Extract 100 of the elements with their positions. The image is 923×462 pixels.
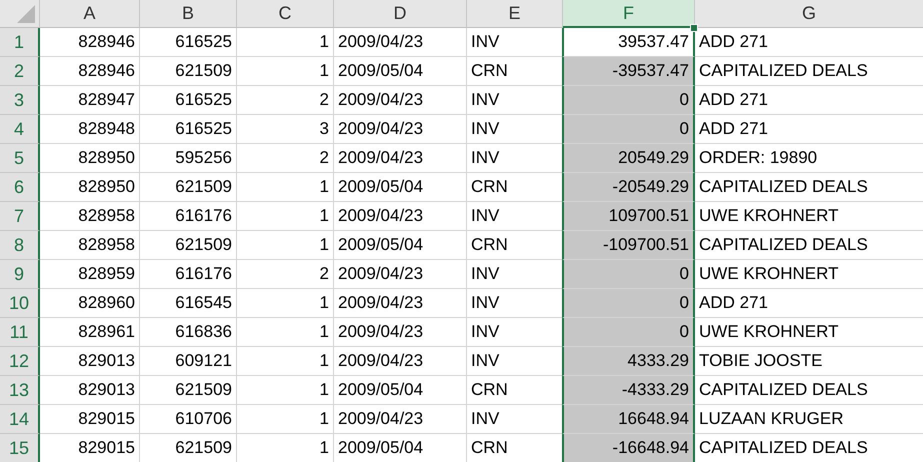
table-cell: 616176 [140, 202, 237, 231]
table-cell: 828946 [40, 57, 140, 86]
table-cell: CAPITALIZED DEALS [695, 57, 923, 86]
table-cell: 109700.51 [562, 202, 695, 231]
table-cell: 2 [237, 260, 334, 289]
table-cell: 621509 [140, 57, 237, 86]
table-cell: -20549.29 [562, 173, 695, 202]
table-cell: 2009/04/23 [334, 260, 467, 289]
row-header[interactable]: 5 [0, 144, 40, 173]
table-cell: 621509 [140, 376, 237, 405]
row-header[interactable]: 8 [0, 231, 40, 260]
column-header[interactable]: F [563, 0, 695, 28]
table-cell: 2009/04/23 [334, 86, 467, 115]
row-header[interactable]: 1 [0, 28, 40, 57]
table-cell: 828946 [40, 28, 140, 57]
table-cell: 621509 [140, 231, 237, 260]
table-cell: INV [467, 28, 563, 57]
table-cell: 621509 [140, 173, 237, 202]
row-header[interactable]: 11 [0, 318, 40, 347]
table-cell: 616545 [140, 289, 237, 318]
table-cell: ADD 271 [695, 86, 923, 115]
table-cell: 828948 [40, 115, 140, 144]
fill-handle[interactable] [690, 24, 698, 32]
row-header[interactable]: 14 [0, 405, 40, 434]
table-cell: ADD 271 [695, 115, 923, 144]
row-header[interactable]: 9 [0, 260, 40, 289]
table-cell: 2009/04/23 [334, 318, 467, 347]
table-cell: ADD 271 [695, 289, 923, 318]
table-cell: TOBIE JOOSTE [695, 347, 923, 376]
table-cell: 616836 [140, 318, 237, 347]
table-cell: 16648.94 [562, 405, 695, 434]
table-cell: 1 [237, 57, 334, 86]
table-cell: 1 [237, 289, 334, 318]
table-cell: 2009/05/04 [334, 434, 467, 462]
table-cell: 3 [237, 115, 334, 144]
table-cell: CAPITALIZED DEALS [695, 434, 923, 462]
table-cell: 0 [562, 318, 695, 347]
table-cell: 616525 [140, 28, 237, 57]
row-header[interactable]: 2 [0, 57, 40, 86]
table-cell: 2009/04/23 [334, 28, 467, 57]
table-cell: 4333.29 [562, 347, 695, 376]
table-cell: 828959 [40, 260, 140, 289]
table-cell: CAPITALIZED DEALS [695, 376, 923, 405]
column-header[interactable]: G [695, 0, 923, 28]
row-header[interactable]: 10 [0, 289, 40, 318]
table-cell: 2009/04/23 [334, 144, 467, 173]
table-cell: 2009/04/23 [334, 202, 467, 231]
row-header[interactable]: 15 [0, 434, 40, 462]
table-cell: 1 [237, 28, 334, 57]
table-cell: 2 [237, 86, 334, 115]
table-cell: 828958 [40, 231, 140, 260]
table-cell: 2009/04/23 [334, 289, 467, 318]
row-header[interactable]: 3 [0, 86, 40, 115]
table-cell: UWE KROHNERT [695, 318, 923, 347]
table-cell: 616176 [140, 260, 237, 289]
table-cell: UWE KROHNERT [695, 202, 923, 231]
table-cell: 0 [562, 260, 695, 289]
table-cell: 595256 [140, 144, 237, 173]
table-cell: 2009/05/04 [334, 231, 467, 260]
table-cell: 2009/05/04 [334, 173, 467, 202]
table-cell: 0 [562, 289, 695, 318]
table-cell: CAPITALIZED DEALS [695, 173, 923, 202]
table-cell: 0 [562, 115, 695, 144]
table-cell: 2 [237, 144, 334, 173]
table-cell: UWE KROHNERT [695, 260, 923, 289]
table-cell: 609121 [140, 347, 237, 376]
table-cell: 2009/05/04 [334, 57, 467, 86]
row-header[interactable]: 6 [0, 173, 40, 202]
column-header[interactable]: D [334, 0, 467, 28]
column-header[interactable]: C [237, 0, 334, 28]
column-header[interactable]: B [140, 0, 237, 28]
table-cell: 829015 [40, 405, 140, 434]
table-cell: 610706 [140, 405, 237, 434]
column-header[interactable]: A [40, 0, 140, 28]
table-cell: 1 [237, 318, 334, 347]
table-cell: 2009/04/23 [334, 347, 467, 376]
table-cell: 1 [237, 405, 334, 434]
table-cell: 828958 [40, 202, 140, 231]
table-cell: 2009/04/23 [334, 405, 467, 434]
table-cell: 1 [237, 173, 334, 202]
table-cell: 829013 [40, 376, 140, 405]
table-cell: 1 [237, 434, 334, 462]
table-cell: -109700.51 [562, 231, 695, 260]
table-cell: -39537.47 [562, 57, 695, 86]
row-header[interactable]: 4 [0, 115, 40, 144]
table-cell: 828947 [40, 86, 140, 115]
table-cell: -4333.29 [562, 376, 695, 405]
table-cell: 616525 [140, 86, 237, 115]
row-header[interactable]: 7 [0, 202, 40, 231]
column-header[interactable]: E [467, 0, 563, 28]
table-cell: 828950 [40, 144, 140, 173]
table-cell: 829015 [40, 434, 140, 462]
row-header[interactable]: 13 [0, 376, 40, 405]
table-cell: 616525 [140, 115, 237, 144]
table-cell: 2009/05/04 [334, 376, 467, 405]
table-cell: 2009/04/23 [334, 115, 467, 144]
table-cell: 829013 [40, 347, 140, 376]
table-cell: 1 [237, 347, 334, 376]
table-cell: LUZAAN KRUGER [695, 405, 923, 434]
row-header[interactable]: 12 [0, 347, 40, 376]
